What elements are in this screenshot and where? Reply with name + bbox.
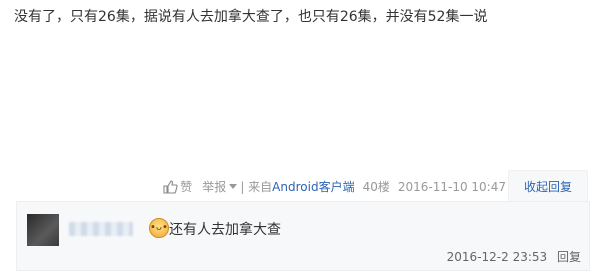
- reply-meta: 2016-12-2 23:53 回复: [447, 248, 581, 265]
- username-blurred[interactable]: [69, 222, 133, 236]
- chevron-down-icon[interactable]: [229, 183, 238, 189]
- client-link[interactable]: Android客户端: [272, 178, 354, 195]
- post-content: 没有了，只有26集，据说有人去加拿大查了，也只有26集，并没有52集一说: [14, 9, 488, 25]
- thumbs-up-icon[interactable]: [162, 179, 178, 195]
- avatar[interactable]: [27, 214, 59, 246]
- report-button[interactable]: 举报: [202, 178, 226, 195]
- floor-number: 40楼: [362, 180, 390, 194]
- reply-panel: •ᴗ• 还有人去加拿大查 2016-12-2 23:53 回复: [16, 201, 590, 271]
- emoji-icon: •ᴗ•: [149, 218, 169, 238]
- like-button[interactable]: 赞: [180, 178, 192, 195]
- post-tail-meta: 赞 举报 | 来自 Android客户端 40楼 2016-11-10 10:4…: [162, 178, 506, 195]
- collapse-replies-button[interactable]: 收起回复: [508, 170, 588, 203]
- post-time: 2016-11-10 10:47: [397, 179, 506, 194]
- reply-text: 还有人去加拿大查: [169, 222, 281, 238]
- from-prefix: | 来自: [240, 180, 273, 194]
- reply-button[interactable]: 回复: [557, 250, 581, 264]
- reply-time: 2016-12-2 23:53: [446, 250, 548, 264]
- post-tail: 赞 举报 | 来自 Android客户端 40楼 2016-11-10 10:4…: [0, 170, 600, 203]
